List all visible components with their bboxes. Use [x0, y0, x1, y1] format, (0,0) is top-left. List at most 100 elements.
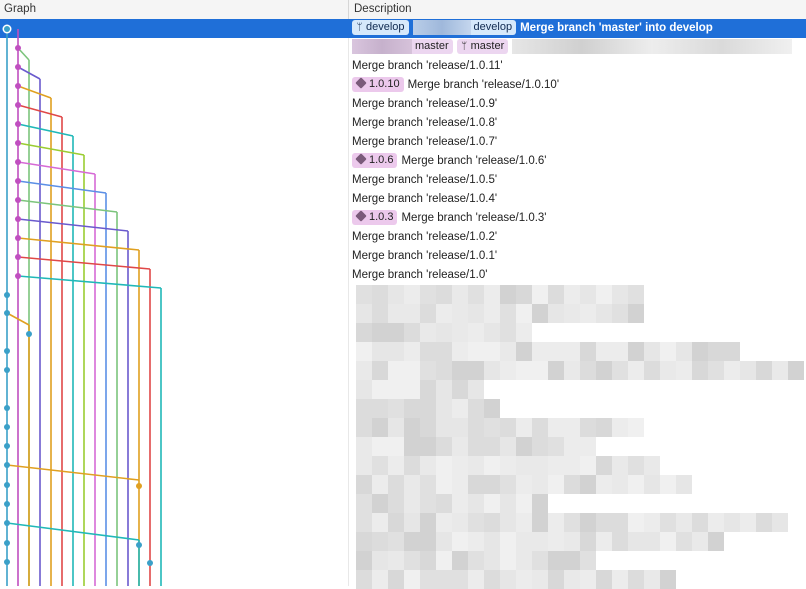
- redacted-block: [564, 456, 580, 475]
- commit-node[interactable]: [26, 331, 32, 337]
- redacted-block: [772, 361, 788, 380]
- commit-node[interactable]: [4, 348, 10, 354]
- commit-row[interactable]: Merge branch 'release/1.0.1': [352, 247, 497, 266]
- commit-node[interactable]: [15, 254, 21, 260]
- commit-node[interactable]: [136, 483, 142, 489]
- redacted-block: [708, 513, 724, 532]
- commit-node[interactable]: [15, 216, 21, 222]
- redacted-block: [420, 437, 436, 456]
- redacted-block: [500, 456, 516, 475]
- commit-node[interactable]: [136, 542, 142, 548]
- redacted-block: [564, 285, 580, 304]
- commit-message: Merge branch 'release/1.0.7': [352, 136, 498, 148]
- commit-message: Merge branch 'release/1.0.11': [352, 60, 503, 72]
- redacted-block: [452, 285, 468, 304]
- commit-row[interactable]: 1.0.6 Merge branch 'release/1.0.6': [352, 152, 547, 171]
- tag-label[interactable]: 1.0.10: [352, 77, 404, 93]
- commit-node[interactable]: [15, 197, 21, 203]
- redacted-block: [596, 361, 612, 380]
- redacted-block: [372, 551, 388, 570]
- commit-node[interactable]: [4, 501, 10, 507]
- redacted-block: [660, 342, 676, 361]
- redacted-block: [356, 285, 372, 304]
- redacted-block: [468, 285, 484, 304]
- commit-node[interactable]: [4, 559, 10, 565]
- redacted-block: [468, 361, 484, 380]
- redacted-block: [516, 456, 532, 475]
- redacted-block: [548, 418, 564, 437]
- commit-node[interactable]: [4, 292, 10, 298]
- commit-node[interactable]: [147, 560, 153, 566]
- redacted-block: [404, 323, 420, 342]
- redacted-block: [580, 418, 596, 437]
- commit-row[interactable]: Merge branch 'release/1.0.4': [352, 190, 497, 209]
- redacted-block: [628, 342, 644, 361]
- commit-node[interactable]: [15, 102, 21, 108]
- commit-node[interactable]: [4, 462, 10, 468]
- commit-node[interactable]: [4, 520, 10, 526]
- redacted-block: [412, 20, 471, 36]
- redacted-block: [452, 361, 468, 380]
- redacted-block: [580, 342, 596, 361]
- redacted-block: [756, 513, 772, 532]
- redacted-block: [532, 418, 548, 437]
- tag-label[interactable]: 1.0.3: [352, 210, 398, 226]
- tag-label[interactable]: 1.0.6: [352, 153, 398, 169]
- commit-node[interactable]: [15, 235, 21, 241]
- redacted-block: [628, 513, 644, 532]
- redacted-block: [516, 570, 532, 589]
- redacted-block: [580, 551, 596, 570]
- branch-label-develop[interactable]: ᛘ develop: [352, 20, 409, 36]
- commit-row[interactable]: Merge branch 'release/1.0.7': [352, 133, 497, 152]
- redacted-block: [628, 361, 644, 380]
- commit-row[interactable]: Merge branch 'release/1.0.8': [352, 114, 497, 133]
- commit-row[interactable]: Merge branch 'release/1.0.2': [352, 228, 497, 247]
- commit-node[interactable]: [15, 121, 21, 127]
- commit-row[interactable]: 1.0.10 Merge branch 'release/1.0.10': [352, 76, 559, 95]
- commit-node[interactable]: [15, 178, 21, 184]
- redacted-block: [532, 494, 548, 513]
- redacted-block: [420, 342, 436, 361]
- commit-row[interactable]: Merge branch 'release/1.0.5': [352, 171, 497, 190]
- commit-node[interactable]: [15, 159, 21, 165]
- commit-row[interactable]: Merge branch 'release/1.0': [352, 266, 487, 285]
- commit-row-master[interactable]: master ᛘ master: [352, 38, 793, 57]
- commit-node[interactable]: [4, 482, 10, 488]
- commit-node[interactable]: [4, 540, 10, 546]
- commit-node[interactable]: [4, 367, 10, 373]
- commit-node[interactable]: [4, 405, 10, 411]
- branch-label-remote-develop[interactable]: develop: [470, 20, 517, 36]
- commit-row[interactable]: 1.0.3 Merge branch 'release/1.0.3': [352, 209, 547, 228]
- redacted-block: [644, 532, 660, 551]
- commit-node[interactable]: [15, 273, 21, 279]
- redacted-block: [452, 475, 468, 494]
- commit-node[interactable]: [15, 83, 21, 89]
- head-commit-node[interactable]: [4, 26, 10, 32]
- commit-node[interactable]: [15, 140, 21, 146]
- branch-label-remote-master[interactable]: master: [412, 39, 453, 55]
- commit-message: Merge branch 'release/1.0.4': [352, 193, 498, 205]
- redacted-block: [500, 285, 516, 304]
- redacted-block: [580, 437, 596, 456]
- redacted-block: [532, 437, 548, 456]
- commit-row[interactable]: Merge branch 'release/1.0.11': [352, 57, 503, 76]
- redacted-block: [420, 418, 436, 437]
- redacted-block: [516, 285, 532, 304]
- redacted-block: [452, 570, 468, 589]
- commit-node[interactable]: [4, 443, 10, 449]
- redacted-block: [404, 285, 420, 304]
- commit-message: Merge branch 'release/1.0.9': [352, 98, 498, 110]
- commit-node[interactable]: [15, 64, 21, 70]
- commit-row-selected[interactable]: ᛘ develop develop Merge branch 'master' int…: [352, 19, 713, 38]
- commit-node[interactable]: [4, 310, 10, 316]
- redacted-block: [548, 475, 564, 494]
- redacted-block: [676, 475, 692, 494]
- branch-label-master[interactable]: ᛘ master: [456, 39, 509, 55]
- column-divider[interactable]: [348, 0, 349, 19]
- commit-node[interactable]: [15, 45, 21, 51]
- commit-row[interactable]: Merge branch 'release/1.0.9': [352, 95, 497, 114]
- redacted-block: [484, 323, 500, 342]
- redacted-block: [452, 304, 468, 323]
- commit-node[interactable]: [4, 424, 10, 430]
- description-column-header[interactable]: Description: [354, 0, 412, 19]
